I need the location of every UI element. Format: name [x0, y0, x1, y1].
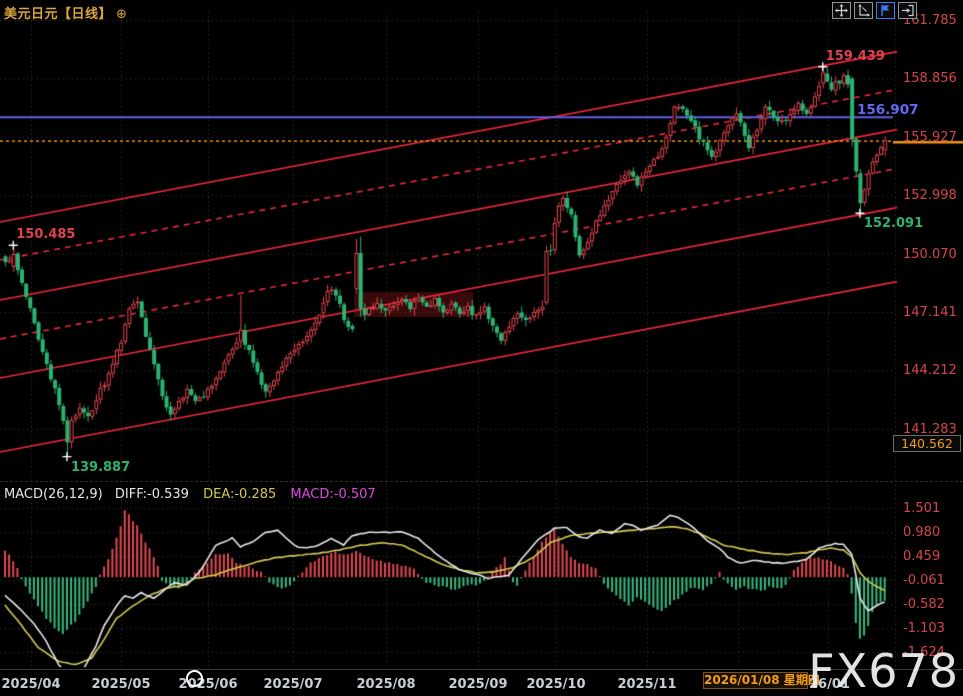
- price-axis-label: 144.212: [903, 363, 957, 378]
- swing-high-label-159: 159.439: [826, 49, 885, 64]
- swing-low-label-152: 152.091: [864, 216, 923, 231]
- add-indicator-icon[interactable]: ⊕: [116, 7, 127, 22]
- macd-axis-label: -1.103: [903, 621, 945, 636]
- macd-axis-label: -0.582: [903, 597, 945, 612]
- symbol-title: 美元日元【日线】 ⊕: [4, 3, 127, 22]
- price-axis-label: 147.141: [903, 305, 957, 320]
- crosshair-date-box: 2026/01/08 星期四: [703, 672, 808, 689]
- macd-macd-value: MACD:-0.507: [290, 487, 375, 502]
- move-icon[interactable]: [832, 2, 851, 19]
- horizontal-line-label[interactable]: 156.907: [857, 102, 919, 118]
- axis-price-box: 140.562: [893, 435, 961, 452]
- price-axis-label: 150.070: [903, 247, 957, 262]
- date-axis-label: 2025/07: [263, 677, 322, 692]
- chart-window: 美元日元【日线】⊕ 140.562 2026/01/08 星期四 26/01 1…: [0, 0, 963, 696]
- price-axis-label: 152.998: [903, 188, 957, 203]
- macd-indicator-header: MACD(26,12,9) DIFF:-0.539 DEA:-0.285 MAC…: [4, 487, 376, 502]
- chart-toolbar: [832, 2, 917, 19]
- panel-divider: [0, 481, 963, 482]
- macd-dea-value: DEA:-0.285: [203, 487, 276, 502]
- exit-right-icon[interactable]: [898, 2, 917, 19]
- axis-scale-icon[interactable]: [854, 2, 873, 19]
- macd-axis-label: -0.061: [903, 573, 945, 588]
- macd-axis-label: 0.459: [903, 549, 940, 564]
- price-axis-label: 158.856: [903, 71, 957, 86]
- macd-diff-value: DIFF:-0.539: [115, 487, 189, 502]
- swing-high-label-150: 150.485: [16, 227, 75, 242]
- flag-icon[interactable]: [876, 2, 895, 19]
- mouse-cursor-ring: [186, 670, 203, 687]
- watermark: FX678: [808, 644, 959, 696]
- macd-axis-label: 0.980: [903, 525, 940, 540]
- macd-params: MACD(26,12,9): [4, 487, 103, 502]
- price-axis-label: 155.927: [903, 130, 957, 145]
- date-axis-label: 2025/08: [356, 677, 415, 692]
- chart-canvas[interactable]: [0, 0, 963, 696]
- date-axis-label: 2025/09: [448, 677, 507, 692]
- date-axis-label: 2025/05: [91, 677, 150, 692]
- date-axis-label: 2025/11: [617, 677, 676, 692]
- swing-low-label-139: 139.887: [71, 460, 130, 475]
- macd-axis-label: 1.501: [903, 501, 940, 516]
- date-axis-label: 2025/04: [1, 677, 60, 692]
- symbol-title-text: 美元日元【日线】: [4, 7, 112, 22]
- date-axis-label: 2025/10: [526, 677, 585, 692]
